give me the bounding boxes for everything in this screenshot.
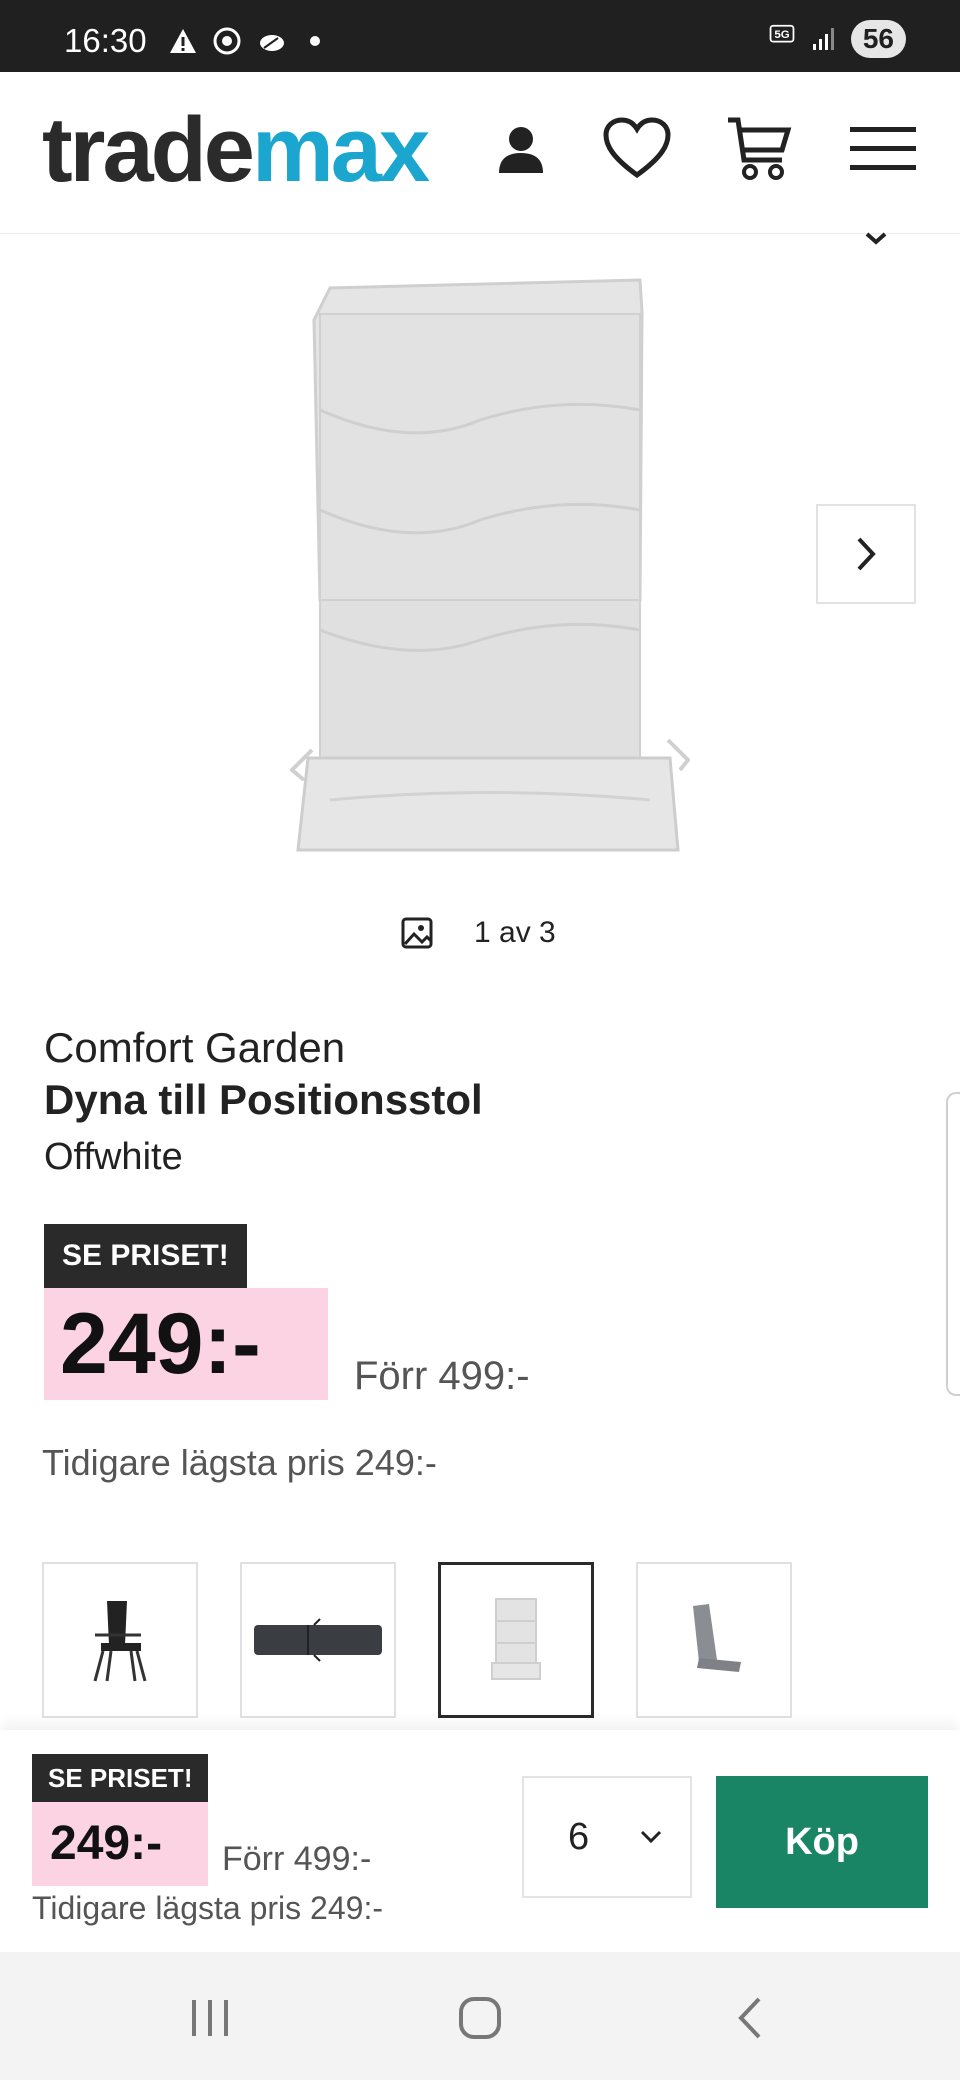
quantity-value: 6 <box>568 1815 590 1858</box>
buy-button[interactable]: Köp <box>716 1776 928 1908</box>
cart-button[interactable] <box>722 112 796 186</box>
account-button[interactable] <box>484 112 558 186</box>
menu-button[interactable] <box>846 112 920 186</box>
chair-icon <box>93 1601 147 1682</box>
5g-icon: 5G <box>769 24 795 43</box>
price-badge: SE PRISET! <box>32 1754 209 1802</box>
recents-icon <box>192 2000 228 2036</box>
sticky-lowest-price-note: Tidigare lägsta pris 249:- <box>32 1890 383 1926</box>
trademax-logo[interactable]: trademax <box>42 104 430 196</box>
site-header: trademax <box>0 72 960 234</box>
product-title: Dyna till Positionsstol <box>44 1076 483 1123</box>
warning-icon <box>170 29 196 53</box>
svg-text:5G: 5G <box>774 29 789 41</box>
back-button[interactable] <box>720 1988 780 2048</box>
product-brand[interactable]: Comfort Garden <box>44 1024 345 1072</box>
image-icon <box>401 917 433 949</box>
cushion-icon <box>254 1618 382 1662</box>
account-icon <box>499 127 543 173</box>
thumb-black-chair[interactable] <box>42 1562 198 1718</box>
product-variant: Offwhite <box>44 1136 183 1178</box>
gallery-next-button[interactable] <box>816 504 916 604</box>
cloud-icon <box>260 35 284 51</box>
previous-price: Förr 499:- <box>354 1354 530 1398</box>
back-icon <box>738 1997 761 2039</box>
chevron-right-icon <box>857 537 876 571</box>
cushion-icon <box>693 1604 741 1672</box>
product-image <box>290 278 690 852</box>
sticky-previous-price: Förr 499:- <box>222 1840 372 1878</box>
variant-thumbnails <box>42 1562 792 1718</box>
recents-button[interactable] <box>180 1988 240 2048</box>
system-icons: 5G 56 <box>767 20 906 58</box>
lowest-price-note: Tidigare lägsta pris 249:- <box>42 1442 437 1483</box>
heart-icon <box>603 117 671 179</box>
home-button[interactable] <box>450 1988 510 2048</box>
thumb-grey-cushion[interactable] <box>636 1562 792 1718</box>
cushion-icon <box>491 1598 541 1680</box>
status-bar: 16:30 5G 56 <box>0 0 960 72</box>
home-icon <box>459 1997 501 2039</box>
notification-icons <box>168 26 330 56</box>
thumb-offwhite-cushion[interactable] <box>438 1562 594 1718</box>
signal-icon <box>812 28 834 50</box>
image-counter: 1 av 3 <box>400 916 556 950</box>
product-gallery[interactable]: 1 av 3 <box>0 236 960 976</box>
battery-icon: 56 <box>850 20 906 58</box>
side-drawer-handle[interactable] <box>946 1092 960 1396</box>
cart-icon <box>728 117 792 180</box>
quantity-select[interactable]: 6 <box>522 1776 692 1898</box>
chevron-down-icon <box>640 1830 662 1844</box>
chrome-icon <box>213 27 241 55</box>
sticky-buy-bar: SE PRISET! 249:- Förr 499:- Tidigare läg… <box>0 1730 960 1952</box>
price-badge: SE PRISET! <box>44 1224 247 1288</box>
status-time: 16:30 <box>64 22 147 59</box>
dot-icon <box>310 36 320 46</box>
system-nav-bar <box>0 1952 960 2080</box>
favorites-button[interactable] <box>600 112 674 186</box>
image-counter-text: 1 av 3 <box>474 916 556 949</box>
product-price: 249:- <box>44 1288 328 1400</box>
menu-icon <box>850 127 916 170</box>
sticky-price: 249:- <box>32 1802 208 1886</box>
thumb-dark-cushion[interactable] <box>240 1562 396 1718</box>
